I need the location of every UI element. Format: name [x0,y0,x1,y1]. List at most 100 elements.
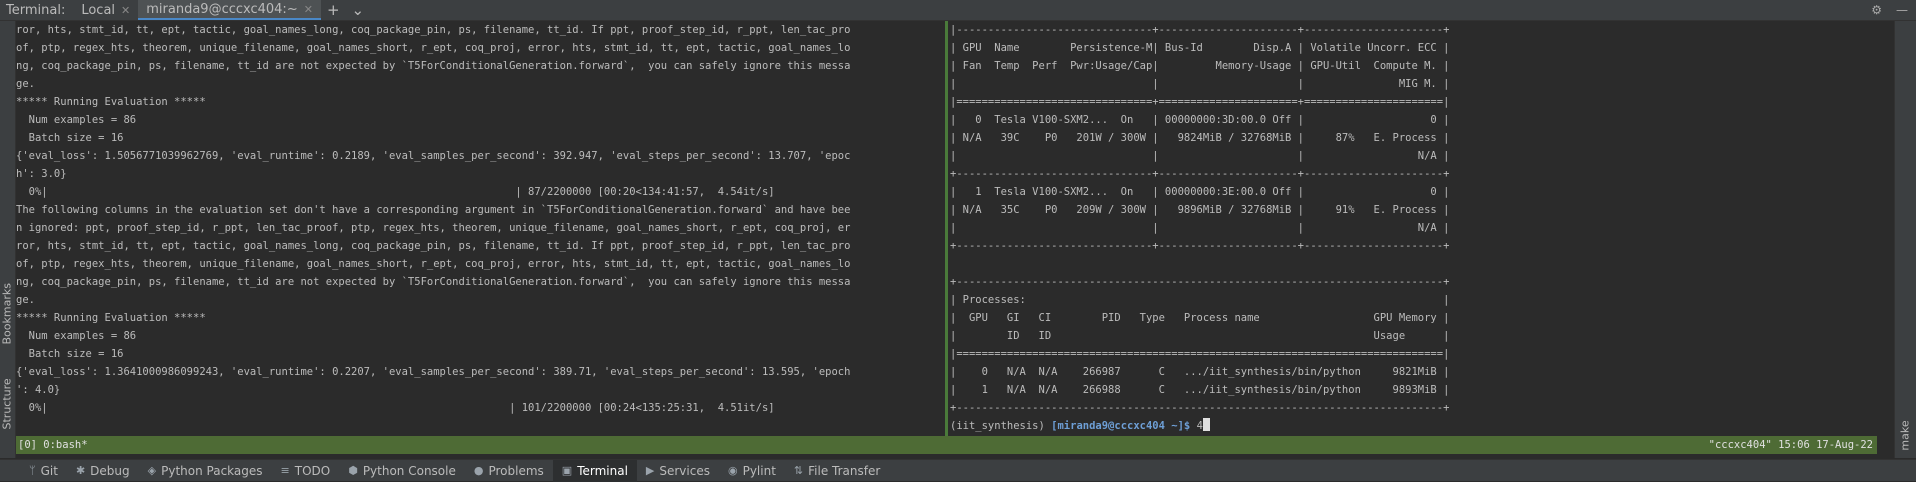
terminal-line: | Processes: | [950,294,1450,306]
terminal-line: | Fan Temp Perf Pwr:Usage/Cap| Memory-Us… [950,60,1450,72]
terminal-line: ge. [16,294,35,306]
add-tab-icon[interactable]: + [321,1,346,19]
tmux-status-line: [0] 0:bash* "cccxc404" 15:06 17-Aug-22 [16,436,1877,454]
tool-window-label: Debug [90,463,130,478]
tool-window-label: Python Console [362,463,456,478]
terminal-line: | | | N/A | [950,150,1450,162]
terminal-line: Batch size = 16 [16,132,124,144]
tool-window-python-console[interactable]: ⬢ Python Console [339,460,465,482]
shell-prompt[interactable]: (iit_synthesis) [miranda9@cccxc404 ~]$ 4 [950,417,1890,435]
terminal-line: +---------------------------------------… [950,402,1450,414]
terminal-line: |===============================+=======… [950,96,1450,108]
tool-window-pylint[interactable]: ◉ Pylint [719,460,785,482]
chevron-down-icon[interactable]: ⌄ [346,1,371,19]
tab-local[interactable]: Local ✕ [73,0,138,20]
tool-window-label: Git [40,463,58,478]
terminal-line: | GPU GI CI PID Type Process name GPU Me… [950,312,1450,324]
terminal-line: The following columns in the evaluation … [16,204,851,216]
pylint-icon: ◉ [727,464,738,477]
terminal-line: | N/A 35C P0 209W / 300W | 9896MiB / 327… [950,204,1450,216]
terminal-line: 0%| | 87/2200000 [00:20<134:41:57, 4.54i… [16,186,775,198]
terminal-line: ge. [16,78,35,90]
right-tool-strip: make [1894,21,1916,458]
tool-window-debug[interactable]: ✱ Debug [67,460,139,482]
tmux-host-clock: "cccxc404" 15:06 17-Aug-22 [1708,439,1873,451]
terminal-line: | GPU Name Persistence-M| Bus-Id Disp.A … [950,42,1450,54]
tool-window-label: Services [659,463,710,478]
gear-icon[interactable]: ⚙ [1871,3,1882,17]
terminal-line: Num examples = 86 [16,330,137,342]
terminal-line: ***** Running Evaluation ***** [16,96,206,108]
terminal-icon: ▣ [561,464,573,477]
terminal-line: ror, hts, stmt_id, tt, ept, tactic, goal… [16,240,851,252]
terminal-pane-nvidia-smi[interactable]: |-------------------------------+-------… [950,21,1890,436]
terminal-line: +-------------------------------+-------… [950,168,1450,180]
terminal-line: {'eval_loss': 1.5056771039962769, 'eval_… [16,150,851,162]
tool-window-label: Terminal [577,463,628,478]
terminal-line: Batch size = 16 [16,348,124,360]
terminal-line: h': 3.0} [16,168,67,180]
terminal-line: +---------------------------------------… [950,276,1450,288]
branch-icon: ᛘ [29,464,36,477]
terminal-line: n ignored: ppt, proof_step_id, r_ppt, le… [16,222,851,234]
bookmarks-tab[interactable]: Bookmarks [1,283,14,344]
text-cursor [1202,418,1210,431]
list-icon: ≡ [280,464,290,477]
terminal-line: ng, coq_package_pin, ps, filename, tt_id… [16,60,851,72]
terminal-line: |-------------------------------+-------… [950,24,1450,36]
terminal-line: | | | MIG M. | [950,78,1450,90]
tab-label: miranda9@cccxc404:~ [146,1,298,17]
left-tool-strip: Bookmarks Structure [0,21,16,458]
tool-window-label: Problems [488,463,544,478]
tool-window-python-packages[interactable]: ◈ Python Packages [139,460,272,482]
tab-label: Local [81,2,116,18]
terminal-line: Num examples = 86 [16,114,137,126]
close-icon[interactable]: ✕ [304,3,313,16]
info-icon: ● [473,464,484,477]
transfer-icon: ⇅ [793,464,804,477]
terminal-line: | ID ID Usage | [950,330,1450,342]
structure-tab[interactable]: Structure [1,378,14,429]
terminal-line: ng, coq_package_pin, ps, filename, tt_id… [16,276,851,288]
prompt-env: (iit_synthesis) [950,420,1052,432]
tool-window-label: File Transfer [808,463,881,478]
bug-icon: ✱ [75,464,86,477]
terminal-line: | 1 Tesla V100-SXM2... On | 00000000:3E:… [950,186,1450,198]
terminal-line: | N/A 39C P0 201W / 300W | 9824MiB / 327… [950,132,1450,144]
tool-window-label: TODO [294,463,331,478]
tool-window-problems[interactable]: ● Problems [465,460,553,482]
toolbar-actions: ⚙ — [1871,0,1908,20]
terminal-line: {'eval_loss': 1.3641000986099243, 'eval_… [16,366,851,378]
tool-window-terminal[interactable]: ▣ Terminal [552,459,637,482]
play-icon: ▶ [645,464,655,477]
terminal-line: | 0 N/A N/A 266987 C .../iit_synthesis/b… [950,366,1450,378]
terminal-pane-training-log[interactable]: ror, hts, stmt_id, tt, ept, tactic, goal… [16,21,944,436]
terminal-line: of, ptp, regex_hts, theorem, unique_file… [16,258,851,270]
terminal-line: |=======================================… [950,348,1450,360]
tmux-window-list: [0] 0:bash* [18,439,88,451]
terminal-line: +-------------------------------+-------… [950,240,1450,252]
tool-window-file-transfer[interactable]: ⇅ File Transfer [785,460,889,482]
pane-divider[interactable] [945,21,948,436]
minimize-icon[interactable]: — [1896,3,1908,17]
prompt-user-host: [miranda9@cccxc404 ~]$ [1051,420,1191,432]
terminal-line: | 0 Tesla V100-SXM2... On | 00000000:3D:… [950,114,1450,126]
tool-window-todo[interactable]: ≡ TODO [272,460,340,482]
terminal-line: ror, hts, stmt_id, tt, ept, tactic, goal… [16,24,851,36]
make-tab[interactable]: make [1899,419,1912,453]
tool-window-services[interactable]: ▶ Services [637,460,719,482]
tab-remote-session[interactable]: miranda9@cccxc404:~ ✕ [138,0,321,20]
terminal-line: | 1 N/A N/A 266988 C .../iit_synthesis/b… [950,384,1450,396]
tool-window-git[interactable]: ᛘ Git [20,460,67,482]
tool-window-bar: ᛘ Git ✱ Debug ◈ Python Packages ≡ TODO ⬢ Python C… [0,459,1916,482]
close-icon[interactable]: ✕ [121,4,130,17]
python-icon: ⬢ [348,464,358,477]
terminal-line: of, ptp, regex_hts, theorem, unique_file… [16,42,851,54]
terminal-tab-bar: Terminal: Local ✕ miranda9@cccxc404:~ ✕ … [0,0,1916,21]
tool-window-label: Pylint [742,463,776,478]
terminal-line: 0%| | 101/2200000 [00:24<135:25:31, 4.51… [16,402,775,414]
terminal-line: | | | N/A | [950,222,1450,234]
packages-icon: ◈ [147,464,157,477]
terminal-line: ': 4.0} [16,384,61,396]
